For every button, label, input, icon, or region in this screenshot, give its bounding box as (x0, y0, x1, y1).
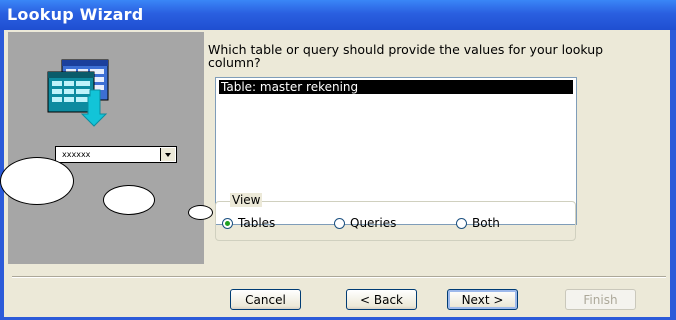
radio-queries[interactable]: Queries (334, 216, 396, 230)
table-lookup-icon (47, 59, 109, 127)
button-separator (12, 276, 666, 278)
radio-tables-label: Tables (238, 216, 276, 230)
wizard-prompt: Which table or query should provide the … (208, 42, 604, 70)
radio-unselected-icon (334, 217, 345, 229)
radio-selected-icon (222, 217, 233, 229)
list-item[interactable]: Table: master rekening (219, 80, 573, 94)
wizard-illustration-panel: xxxxxx (8, 32, 204, 264)
annotation-ellipse-small (188, 205, 213, 220)
radio-queries-label: Queries (350, 216, 397, 230)
cancel-button[interactable]: Cancel (230, 289, 301, 310)
radio-both[interactable]: Both (456, 216, 500, 230)
sample-combo-text: xxxxxx (62, 150, 91, 159)
annotation-ellipse-large (0, 157, 74, 205)
back-button[interactable]: < Back (346, 289, 417, 310)
chevron-down-icon (160, 148, 175, 161)
dialog-body: xxxxxx Which table or query should provi… (4, 30, 670, 317)
finish-button[interactable]: Finish (565, 289, 636, 310)
radio-tables[interactable]: Tables (222, 216, 275, 230)
title-bar[interactable]: Lookup Wizard (0, 0, 676, 30)
view-group-label: View (230, 193, 263, 207)
window-title: Lookup Wizard (7, 5, 144, 24)
radio-both-label: Both (472, 216, 500, 230)
next-button[interactable]: Next > (447, 289, 518, 310)
sample-combo-box: xxxxxx (55, 146, 177, 163)
radio-unselected-icon (456, 217, 467, 229)
lookup-wizard-window: Lookup Wizard xxxxxx Which table or quer… (0, 0, 676, 320)
annotation-ellipse-medium (103, 185, 155, 215)
